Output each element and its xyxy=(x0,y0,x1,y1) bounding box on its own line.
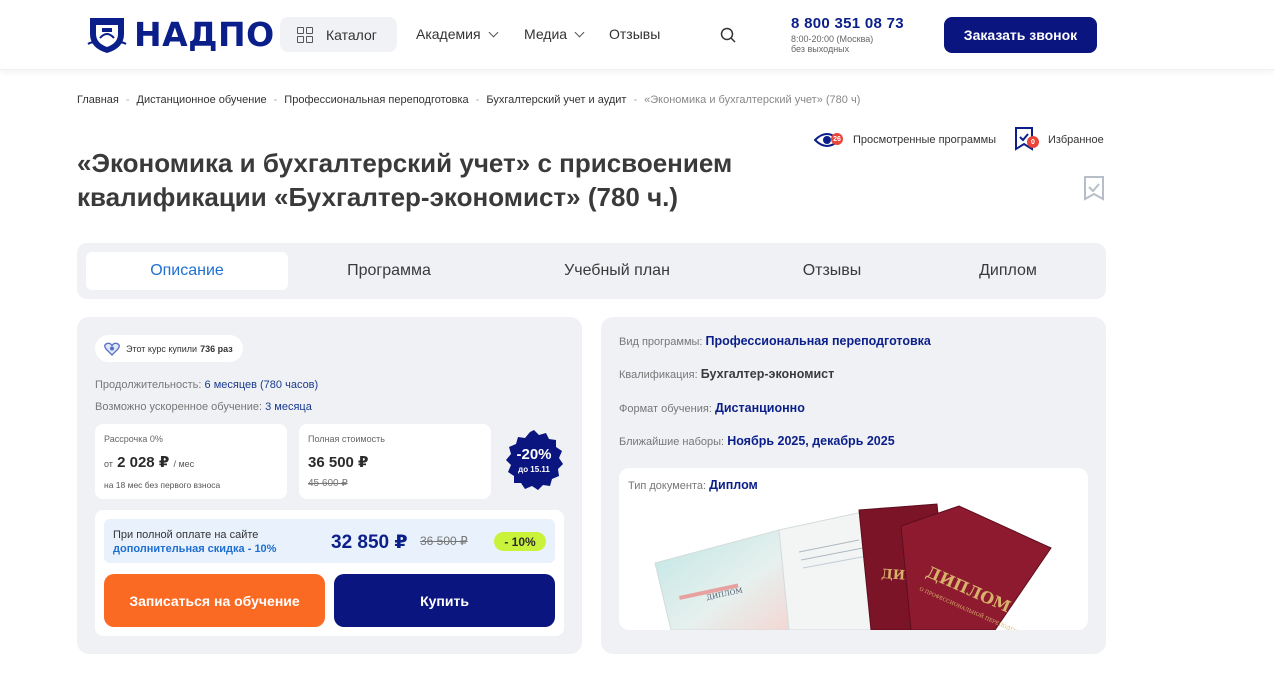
full-price-label: Полная стоимость xyxy=(308,434,385,444)
installment-note: на 18 мес без первого взноса xyxy=(104,480,221,490)
nav-academy-label: Академия xyxy=(416,26,481,42)
doc-type-line: Тип документа: Диплом xyxy=(628,478,758,492)
accelerated-line: Возможно ускоренное обучение: 3 месяца xyxy=(95,401,312,413)
document-preview: Тип документа: Диплом ДИПЛОМ ДИПЛОМ xyxy=(619,468,1088,630)
catalog-grid-icon xyxy=(297,26,313,43)
breadcrumb-separator: - xyxy=(125,94,130,106)
tab-program[interactable]: Программа xyxy=(288,252,490,290)
duration-value: 6 месяцев (780 часов) xyxy=(204,379,319,391)
order-call-button[interactable]: Заказать звонок xyxy=(944,17,1097,53)
favorites-link[interactable]: 0 Избранное xyxy=(1014,126,1104,154)
nav-academy[interactable]: Академия xyxy=(416,26,498,42)
program-type-label: Вид программы: xyxy=(619,336,703,348)
program-type-line: Вид программы: Профессиональная переподг… xyxy=(619,334,931,348)
duration-label: Продолжительность: xyxy=(95,379,202,391)
full-payment-offer: При полной оплате на сайте дополнительна… xyxy=(104,519,555,563)
full-payment-discount-badge: - 10% xyxy=(494,532,546,551)
viewed-count-badge: 26 xyxy=(831,133,843,145)
installment-prefix: от xyxy=(104,459,113,469)
diploma-image: ДИПЛОМ ДИПЛОМ ДИПЛОМ О ПРОФЕССИОНАЛЬНОЙ … xyxy=(654,503,1052,630)
breadcrumb-item[interactable]: Профессиональная переподготовка xyxy=(284,94,468,106)
format-label: Формат обучения: xyxy=(619,403,712,415)
bought-count-pill: Этот курс купили 736 раз xyxy=(95,335,243,362)
discount-badge: -20% до 15.11 xyxy=(506,430,563,490)
pricing-card: Этот курс купили 736 раз Продолжительнос… xyxy=(77,317,582,654)
program-type-value: Профессиональная переподготовка xyxy=(705,334,931,348)
add-to-favorites-icon[interactable] xyxy=(1083,175,1105,203)
doc-type-value: Диплом xyxy=(709,478,758,492)
breadcrumb-separator: - xyxy=(633,94,638,106)
format-line: Формат обучения: Дистанционно xyxy=(619,401,805,415)
favorites-icon-wrap: 0 xyxy=(1014,126,1040,154)
full-payment-line2: дополнительная скидка - 10% xyxy=(113,543,277,555)
bought-text: Этот курс купили xyxy=(126,343,198,354)
program-details-card: Вид программы: Профессиональная переподг… xyxy=(601,317,1106,654)
breadcrumb-current: «Экономика и бухгалтерский учет» (780 ч) xyxy=(644,94,861,106)
accelerated-value: 3 месяца xyxy=(265,401,312,413)
viewed-programs-link[interactable]: 26 Просмотренные программы xyxy=(814,129,996,151)
installment-period: / мес xyxy=(173,459,195,469)
installment-box: Рассрочка 0% от 2 028 ₽ / мес на 18 мес … xyxy=(95,424,287,499)
catalog-label: Каталог xyxy=(326,26,377,43)
breadcrumb-separator: - xyxy=(273,94,278,106)
page-title: «Экономика и бухгалтерский учет» с присв… xyxy=(77,148,733,212)
search-icon[interactable] xyxy=(720,27,736,43)
phone-hours-line: 8:00-20:00 (Москва) xyxy=(791,34,874,44)
qualification-label: Квалификация: xyxy=(619,369,698,381)
tab-reviews[interactable]: Отзывы xyxy=(731,252,933,290)
intake-value: Ноябрь 2025, декабрь 2025 xyxy=(727,434,895,448)
logo-emblem-icon xyxy=(87,18,127,53)
duration-line: Продолжительность: 6 месяцев (780 часов) xyxy=(95,379,318,391)
phone-hours: 8:00-20:00 (Москва) без выходных xyxy=(791,34,873,54)
buy-button[interactable]: Купить xyxy=(334,574,555,627)
tab-diploma[interactable]: Диплом xyxy=(907,252,1109,290)
nav-media[interactable]: Медиа xyxy=(524,26,585,42)
nav-media-label: Медиа xyxy=(524,26,568,42)
qualification-line: Квалификация: Бухгалтер-экономист xyxy=(619,367,834,381)
full-price-amount: 36 500 ₽ xyxy=(308,454,369,471)
discount-badge-until: до 15.11 xyxy=(518,465,550,474)
favorites-label: Избранное xyxy=(1048,134,1104,146)
logo-text: НАДПО xyxy=(134,14,275,54)
site-header: НАДПО Каталог Академия Медиа Отзывы 8 80… xyxy=(0,0,1274,70)
bought-count: 736 раз xyxy=(200,343,233,354)
full-price-old: 45 600 ₽ xyxy=(308,478,348,489)
full-payment-block: При полной оплате на сайте дополнительна… xyxy=(95,510,564,636)
format-value: Дистанционно xyxy=(714,401,805,415)
nav-reviews[interactable]: Отзывы xyxy=(609,26,660,42)
phone-number[interactable]: 8 800 351 08 73 xyxy=(791,15,904,32)
chevron-down-icon xyxy=(488,27,498,37)
catalog-button[interactable]: Каталог xyxy=(280,17,397,52)
enroll-button[interactable]: Записаться на обучение xyxy=(104,574,325,627)
heart-badge-icon xyxy=(104,342,120,356)
intake-line: Ближайшие наборы: Ноябрь 2025, декабрь 2… xyxy=(619,434,895,448)
breadcrumb-item[interactable]: Бухгалтерский учет и аудит xyxy=(486,94,626,106)
logo[interactable]: НАДПО xyxy=(86,14,275,54)
discount-badge-pct: -20% xyxy=(516,446,551,463)
phone-days-line: без выходных xyxy=(791,44,850,54)
chevron-down-icon xyxy=(574,27,585,37)
intake-label: Ближайшие наборы: xyxy=(619,436,725,448)
installment-value: 2 028 ₽ xyxy=(117,454,170,471)
viewed-label: Просмотренные программы xyxy=(853,134,997,146)
installment-label: Рассрочка 0% xyxy=(104,434,163,444)
tab-description[interactable]: Описание xyxy=(86,252,288,290)
breadcrumb-item[interactable]: Главная xyxy=(77,94,119,106)
doc-type-label: Тип документа: xyxy=(628,480,707,492)
breadcrumb: Главная - Дистанционное обучение - Профе… xyxy=(77,94,860,106)
full-price-box: Полная стоимость 36 500 ₽ 45 600 ₽ xyxy=(299,424,491,499)
breadcrumb-item[interactable]: Дистанционное обучение xyxy=(137,94,267,106)
tab-curriculum[interactable]: Учебный план xyxy=(517,252,717,290)
course-tabs: Описание Программа Учебный план Отзывы Д… xyxy=(77,243,1106,299)
qualification-value: Бухгалтер-экономист xyxy=(700,367,835,381)
full-payment-old-price: 36 500 ₽ xyxy=(420,534,468,548)
full-payment-price: 32 850 ₽ xyxy=(331,532,408,553)
full-payment-line1: При полной оплате на сайте xyxy=(113,529,259,541)
accelerated-label: Возможно ускоренное обучение: xyxy=(95,401,263,413)
installment-amount: от 2 028 ₽ / мес xyxy=(104,453,194,471)
nav-reviews-label: Отзывы xyxy=(609,26,661,42)
favorites-count-badge: 0 xyxy=(1027,136,1039,148)
breadcrumb-separator: - xyxy=(475,94,480,106)
